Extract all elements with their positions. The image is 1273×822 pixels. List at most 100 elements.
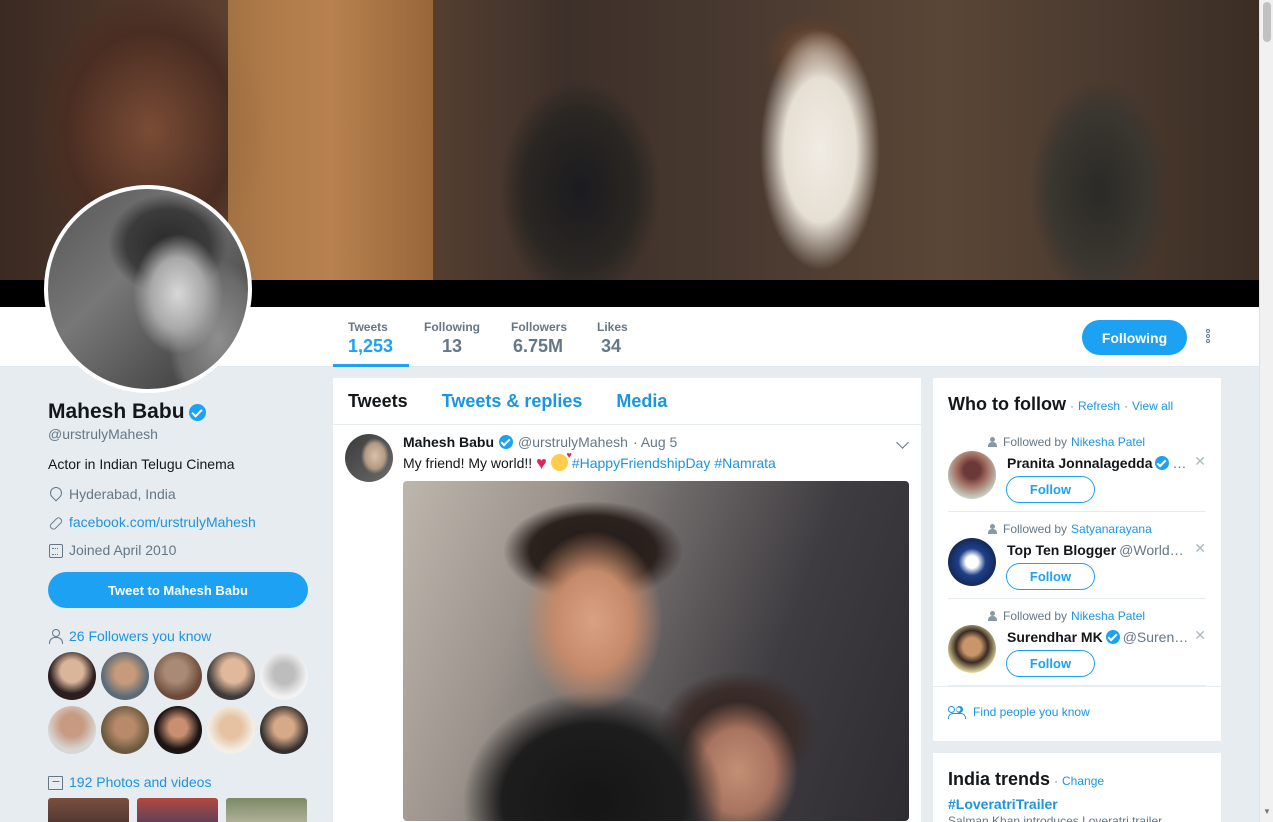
stat-tweets[interactable]: Tweets 1,253 [348,320,393,357]
active-stat-underline [333,364,409,367]
user-icon [988,437,997,447]
followed-by-user[interactable]: Satyanarayana [1071,522,1152,536]
follower-avatar[interactable] [154,706,202,754]
tab-tweets-replies[interactable]: Tweets & replies [442,391,583,412]
follower-avatar[interactable] [260,652,308,700]
suggestion-handle[interactable]: @World… [1119,542,1184,558]
suggestion-name[interactable]: Top Ten Blogger [1007,542,1116,558]
follower-avatar[interactable] [48,706,96,754]
suggestion-handle[interactable]: … [1172,455,1186,471]
followed-by-user[interactable]: Nikesha Patel [1071,609,1145,623]
followers-you-know-link[interactable]: 26 Followers you know [48,628,310,644]
verified-badge-icon [188,403,206,421]
suggestion-avatar[interactable] [948,538,996,586]
tweet-to-button[interactable]: Tweet to Mahesh Babu [48,572,308,608]
verified-badge-icon [1105,630,1120,644]
suggestion-avatar[interactable] [948,625,996,673]
suggestion-item: Followed by Nikesha Patel Pranita Jonnal… [948,425,1206,512]
follower-avatar[interactable] [101,706,149,754]
separator-dot: · [1124,399,1128,413]
tweet-item[interactable]: Mahesh Babu @urstrulyMahesh · Aug 5 My f… [333,425,921,821]
follower-avatar[interactable] [260,706,308,754]
profile-avatar[interactable] [44,185,252,393]
follower-avatar[interactable] [48,652,96,700]
trends-title: India trends [948,769,1051,789]
photos-videos-link[interactable]: 192 Photos and videos [48,774,310,790]
following-button[interactable]: Following [1082,320,1187,355]
suggestion-name-row[interactable]: Top Ten Blogger @World… [1007,542,1197,558]
followed-by: Followed by Nikesha Patel [988,435,1145,449]
profile-name-row: Mahesh Babu [48,400,310,424]
stat-label: Likes [597,320,628,334]
suggestion-avatar[interactable] [948,451,996,499]
joined-text: Joined April 2010 [69,542,177,558]
media-thumbnail[interactable] [226,798,307,822]
tweet-author-avatar[interactable] [345,434,393,482]
user-icon [988,524,997,534]
scroll-down-arrow-icon[interactable]: ▼ [1263,807,1271,816]
find-people-link[interactable]: Find people you know [933,686,1221,737]
suggestion-handle[interactable]: @Suren… [1123,629,1189,645]
tab-media[interactable]: Media [616,391,667,412]
media-thumbnail[interactable] [48,798,129,822]
calendar-icon [48,543,63,558]
follow-button[interactable]: Follow [1006,476,1095,503]
change-link[interactable]: Change [1062,774,1104,788]
dismiss-close-icon[interactable]: ✕ [1194,627,1206,644]
link-icon [48,515,63,530]
scrollbar-thumb[interactable] [1263,2,1271,42]
trend-description: Salman Khan introduces Loveratri trailer [948,814,1163,822]
tweet-author-name[interactable]: Mahesh Babu [403,434,494,450]
refresh-link[interactable]: Refresh [1078,399,1120,413]
follower-avatar[interactable] [207,706,255,754]
suggestion-name-row[interactable]: Surendhar MK @Suren… [1007,629,1197,645]
hashtag-link[interactable]: #Namrata [714,455,775,471]
trend-item[interactable]: #LoveratriTrailer Salman Khan introduces… [933,790,1221,822]
dismiss-close-icon[interactable]: ✕ [1194,540,1206,557]
follower-avatar[interactable] [101,652,149,700]
suggestion-name[interactable]: Surendhar MK [1007,629,1103,645]
trends-header: India trends · Change [933,753,1221,790]
stat-followers[interactable]: Followers 6.75M [511,320,567,357]
profile-name[interactable]: Mahesh Babu [48,400,185,424]
who-to-follow-title: Who to follow [948,394,1066,414]
profile-website[interactable]: facebook.com/urstrulyMahesh [48,514,310,530]
media-thumbnail[interactable] [137,798,218,822]
find-people-text[interactable]: Find people you know [973,705,1090,719]
view-all-link[interactable]: View all [1132,399,1173,413]
follow-button[interactable]: Follow [1006,563,1095,590]
suggestion-name-row[interactable]: Pranita Jonnalagedda … [1007,455,1197,471]
stat-label: Tweets [348,320,388,334]
stat-likes[interactable]: Likes 34 [597,320,628,357]
follower-avatar[interactable] [154,652,202,700]
follower-avatar[interactable] [207,652,255,700]
page-scrollbar[interactable]: ▼ [1259,0,1273,822]
timeline-tabs: Tweets Tweets & replies Media [333,378,921,425]
website-link[interactable]: facebook.com/urstrulyMahesh [69,514,256,530]
profile-joined: Joined April 2010 [48,542,310,558]
user-icon [988,611,997,621]
suggestion-name[interactable]: Pranita Jonnalagedda [1007,455,1152,471]
tab-tweets[interactable]: Tweets [348,391,408,412]
followers-you-know-grid [48,652,310,754]
trend-hashtag[interactable]: #LoveratriTrailer [948,796,1206,812]
followers-you-know-text[interactable]: 26 Followers you know [69,628,211,644]
stat-following[interactable]: Following 13 [424,320,480,357]
dismiss-close-icon[interactable]: ✕ [1194,453,1206,470]
who-to-follow-card: Who to follow · Refresh · View all Follo… [933,378,1221,741]
suggestion-item: Followed by Satyanarayana Top Ten Blogge… [948,512,1206,599]
tweet-body: My friend! My world!! [403,454,533,471]
location-text: Hyderabad, India [69,486,176,502]
tweet-author-handle[interactable]: @urstrulyMahesh [518,434,628,450]
tweet-text: My friend! My world!! ♥ #HappyFriendship… [403,450,909,472]
tweet-photo[interactable] [403,481,909,821]
follow-button[interactable]: Follow [1006,650,1095,677]
tweet-header: Mahesh Babu @urstrulyMahesh · Aug 5 [403,434,909,450]
followed-by-user[interactable]: Nikesha Patel [1071,435,1145,449]
photos-videos-text[interactable]: 192 Photos and videos [69,774,211,790]
profile-handle[interactable]: @urstrulyMahesh [48,426,310,442]
tweet-date[interactable]: · Aug 5 [633,434,677,450]
hashtag-link[interactable]: #HappyFriendshipDay [572,455,711,471]
more-options-icon[interactable] [1202,328,1214,346]
banner-pillar [228,0,433,280]
